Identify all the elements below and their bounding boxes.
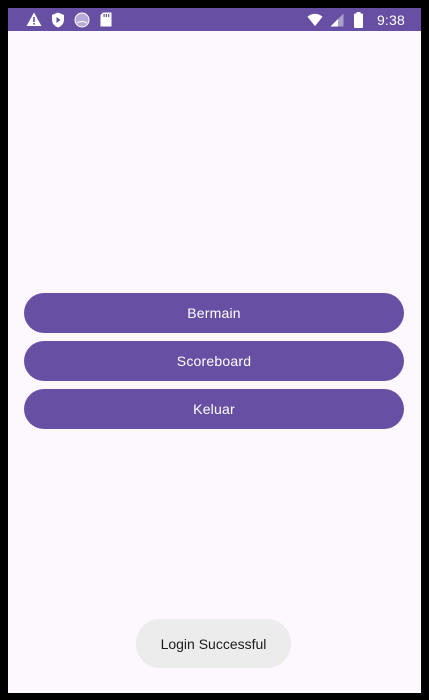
status-system-icons: 9:38 bbox=[307, 11, 405, 28]
scoreboard-button[interactable]: Scoreboard bbox=[24, 341, 404, 381]
wifi-icon bbox=[307, 12, 323, 28]
app-screen: 9:38 Bermain Scoreboard Keluar Login Suc… bbox=[8, 8, 421, 693]
status-notification-icons bbox=[26, 11, 114, 28]
sd-card-icon bbox=[98, 12, 114, 28]
status-clock: 9:38 bbox=[376, 11, 405, 28]
main-menu: Bermain Scoreboard Keluar bbox=[24, 293, 404, 437]
toast-notification: Login Successful bbox=[136, 619, 291, 668]
battery-icon bbox=[351, 11, 367, 28]
status-bar: 9:38 bbox=[8, 8, 421, 31]
play-button[interactable]: Bermain bbox=[24, 293, 404, 333]
cell-signal-icon bbox=[329, 12, 345, 28]
circle-app-icon bbox=[74, 12, 90, 28]
warning-icon bbox=[26, 12, 42, 28]
toast-message: Login Successful bbox=[160, 635, 267, 652]
exit-button[interactable]: Keluar bbox=[24, 389, 404, 429]
shield-play-icon bbox=[50, 12, 66, 28]
